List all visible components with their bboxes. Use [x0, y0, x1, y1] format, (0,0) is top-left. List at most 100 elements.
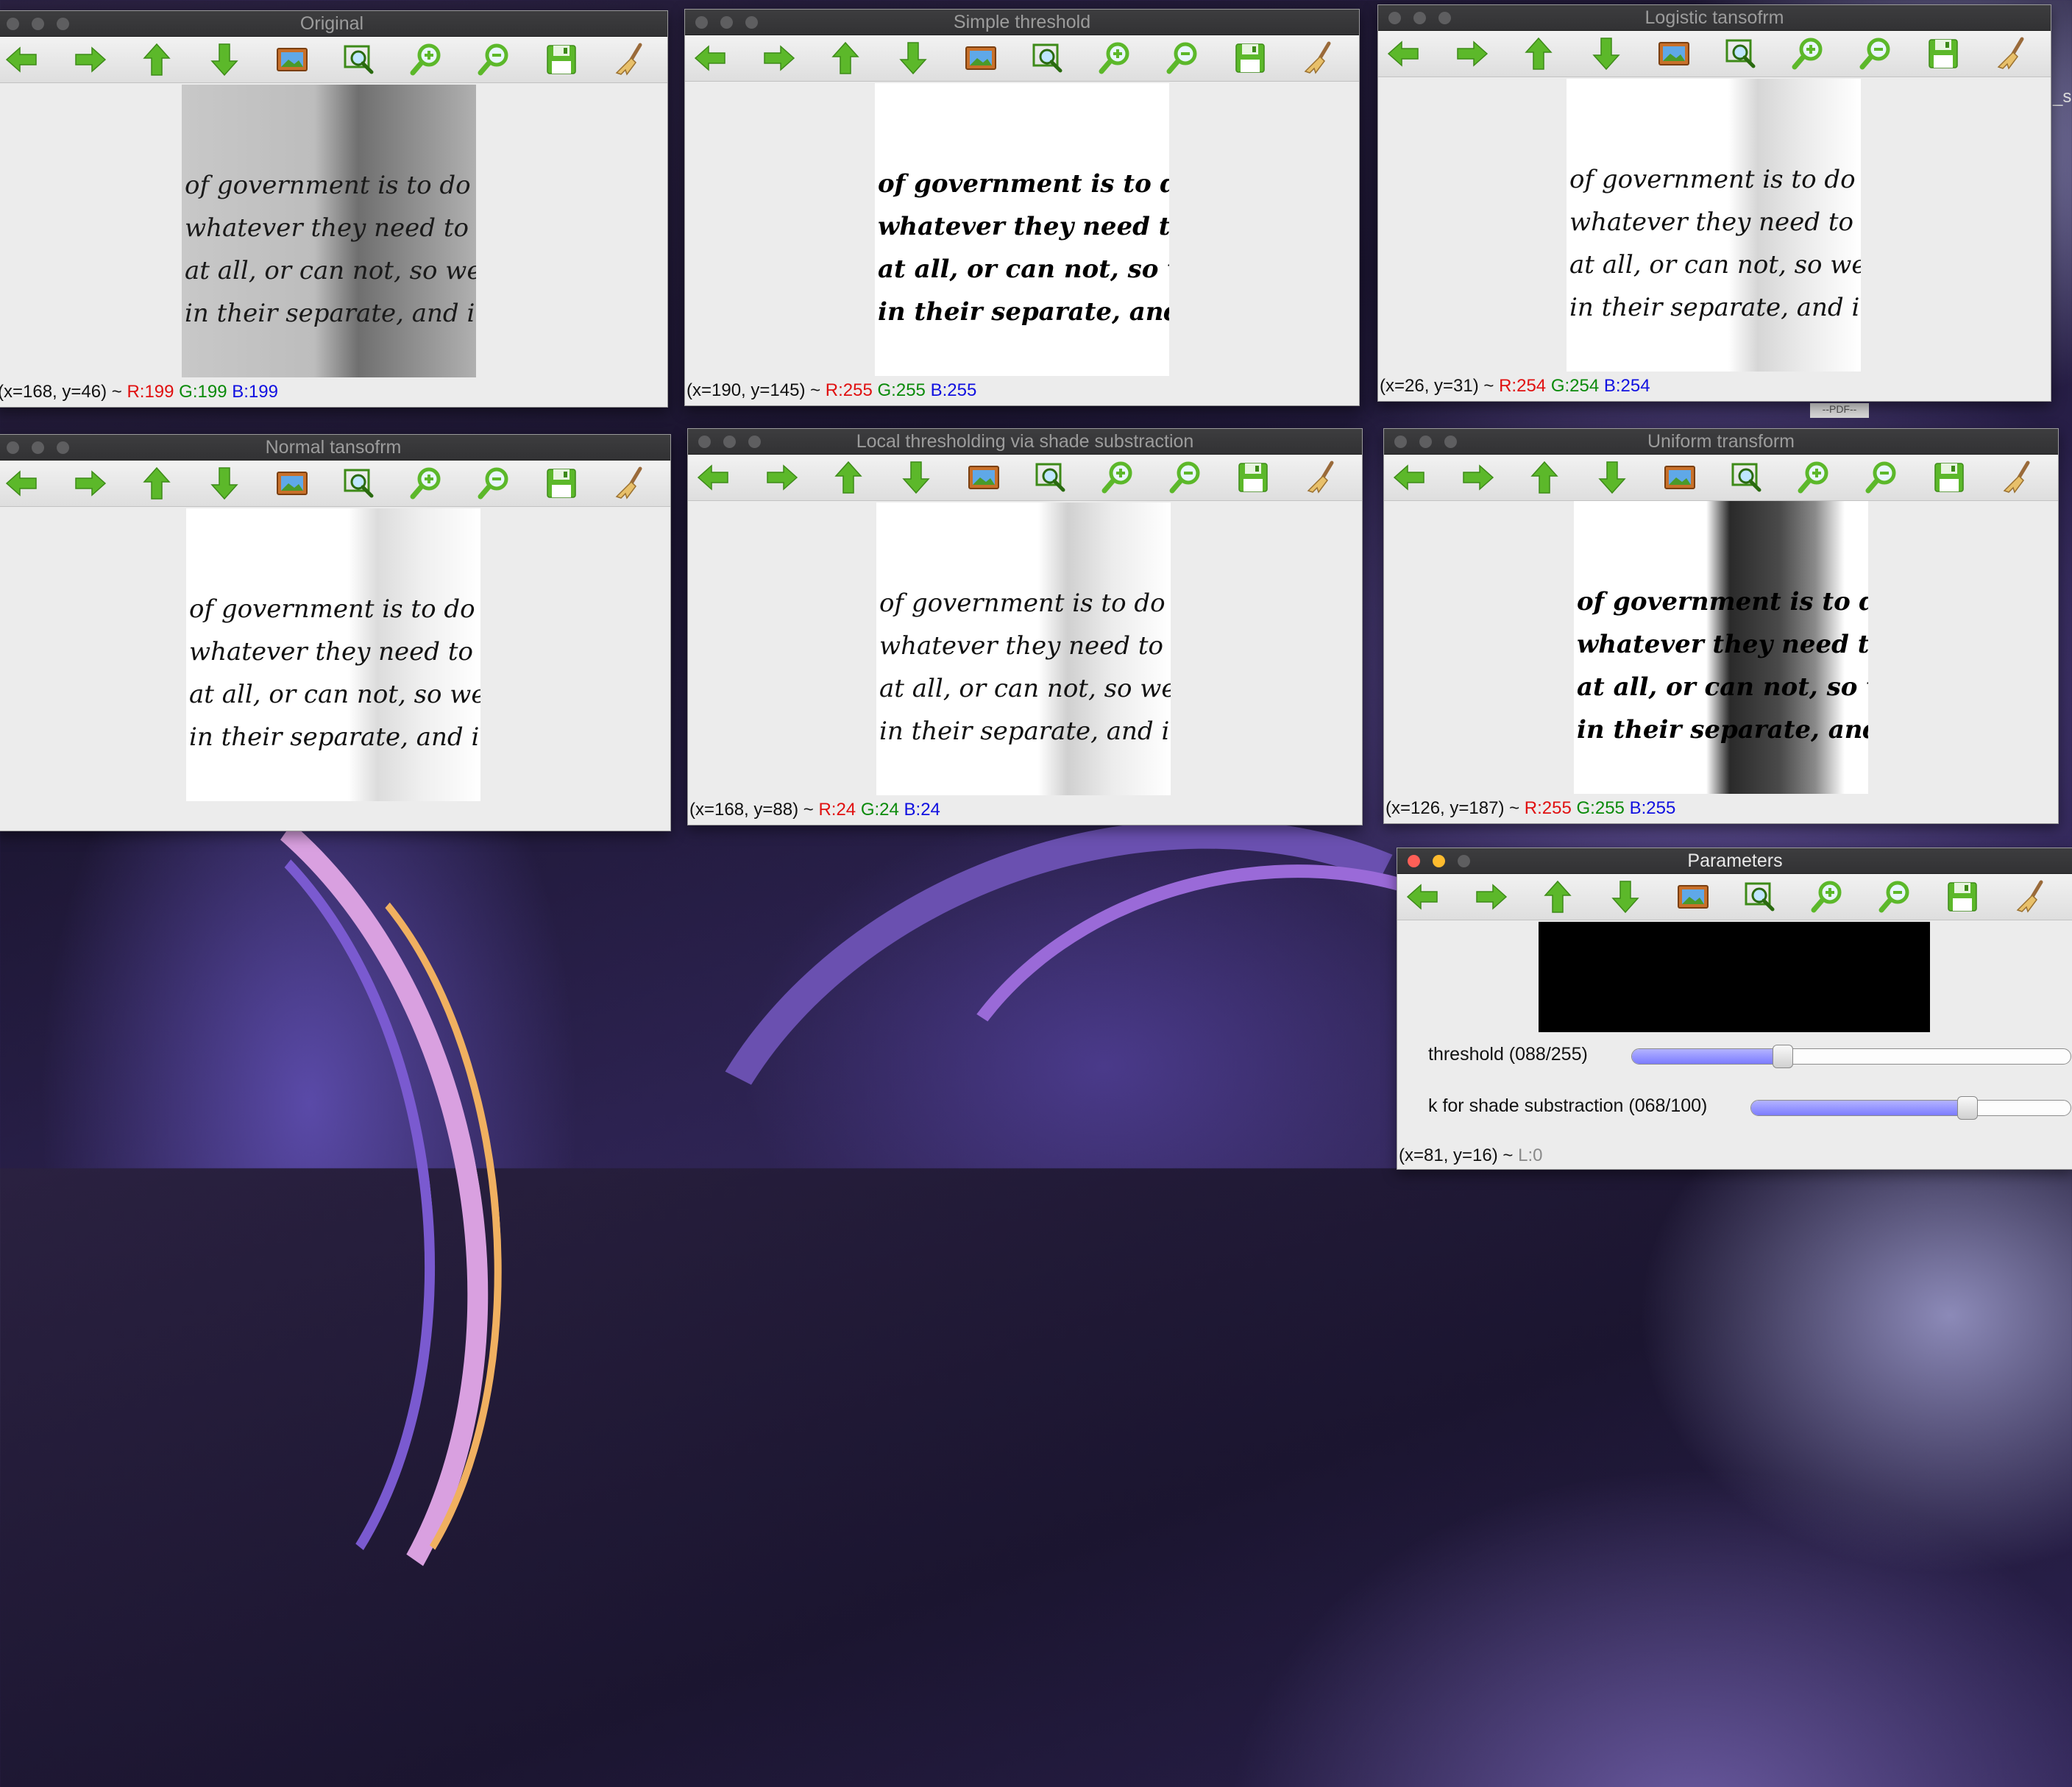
- arrow-left-icon[interactable]: [695, 460, 732, 495]
- image-icon[interactable]: [1675, 879, 1711, 914]
- status-r: R:255: [1524, 798, 1572, 818]
- image-icon[interactable]: [1656, 36, 1692, 71]
- zoom-out-icon[interactable]: [476, 466, 513, 501]
- brush-icon[interactable]: [2012, 879, 2048, 914]
- arrow-left-icon[interactable]: [4, 466, 40, 501]
- arrow-right-icon[interactable]: [71, 466, 108, 501]
- titlebar[interactable]: Uniform transform: [1384, 429, 2058, 455]
- arrow-left-icon[interactable]: [1405, 879, 1441, 914]
- window-simple-threshold[interactable]: Simple threshold of government is to do …: [684, 9, 1360, 406]
- save-icon[interactable]: [543, 466, 580, 501]
- titlebar[interactable]: Simple threshold: [685, 10, 1359, 35]
- zoom-out-icon[interactable]: [1858, 36, 1895, 71]
- zoom-fit-icon[interactable]: [1728, 460, 1765, 495]
- arrow-down-icon[interactable]: [895, 40, 932, 76]
- arrow-right-icon[interactable]: [763, 460, 800, 495]
- save-icon[interactable]: [1232, 40, 1269, 76]
- window-parameters[interactable]: Parameters threshold (088/255) k for sha…: [1397, 848, 2072, 1170]
- save-icon[interactable]: [1931, 460, 1968, 495]
- zoom-out-icon[interactable]: [1168, 460, 1204, 495]
- arrow-up-icon[interactable]: [1539, 879, 1576, 914]
- threshold-slider-knob[interactable]: [1772, 1045, 1793, 1068]
- save-icon[interactable]: [1944, 879, 1981, 914]
- arrow-right-icon[interactable]: [71, 42, 108, 77]
- zoom-fit-icon[interactable]: [1029, 40, 1066, 76]
- zoom-out-icon[interactable]: [1877, 879, 1914, 914]
- zoom-in-icon[interactable]: [1790, 36, 1827, 71]
- image-canvas[interactable]: of government is to do for whatever they…: [1574, 501, 1868, 794]
- arrow-left-icon[interactable]: [1391, 460, 1428, 495]
- zoom-fit-icon[interactable]: [341, 466, 377, 501]
- window-local-thresholding[interactable]: Local thresholding via shade substractio…: [687, 428, 1363, 825]
- brush-icon[interactable]: [611, 466, 648, 501]
- arrow-up-icon[interactable]: [138, 42, 175, 77]
- handwriting-line: whatever they need to have: [879, 631, 1171, 661]
- arrow-right-icon[interactable]: [760, 40, 797, 76]
- arrow-down-icon[interactable]: [898, 460, 934, 495]
- arrow-left-icon[interactable]: [1386, 36, 1422, 71]
- arrow-down-icon[interactable]: [206, 42, 243, 77]
- zoom-fit-icon[interactable]: [1722, 36, 1759, 71]
- threshold-slider[interactable]: [1631, 1048, 2071, 1065]
- arrow-right-icon[interactable]: [1472, 879, 1509, 914]
- k-slider-knob[interactable]: [1957, 1096, 1979, 1120]
- arrow-up-icon[interactable]: [1520, 36, 1557, 71]
- arrow-up-icon[interactable]: [1526, 460, 1563, 495]
- window-logistic-transform[interactable]: Logistic tansofrm of government is to do…: [1377, 4, 2051, 402]
- arrow-up-icon[interactable]: [827, 40, 864, 76]
- zoom-in-icon[interactable]: [1097, 40, 1134, 76]
- arrow-right-icon[interactable]: [1453, 36, 1490, 71]
- zoom-fit-icon[interactable]: [341, 42, 377, 77]
- image-icon[interactable]: [962, 40, 999, 76]
- arrow-left-icon[interactable]: [4, 42, 40, 77]
- arrow-up-icon[interactable]: [138, 466, 175, 501]
- arrow-down-icon[interactable]: [206, 466, 243, 501]
- brush-icon[interactable]: [1302, 460, 1339, 495]
- brush-icon[interactable]: [611, 42, 648, 77]
- arrow-left-icon[interactable]: [692, 40, 729, 76]
- k-slider[interactable]: [1750, 1100, 2071, 1116]
- image-canvas[interactable]: of government is to do for whatever they…: [186, 508, 480, 801]
- zoom-in-icon[interactable]: [1100, 460, 1137, 495]
- titlebar[interactable]: Parameters: [1397, 848, 2072, 874]
- save-icon[interactable]: [1925, 36, 1962, 71]
- zoom-in-icon[interactable]: [408, 466, 445, 501]
- zoom-fit-icon[interactable]: [1742, 879, 1778, 914]
- zoom-in-icon[interactable]: [1809, 879, 1846, 914]
- handwriting-text: of government is to do for whatever they…: [1569, 158, 1861, 329]
- arrow-down-icon[interactable]: [1594, 460, 1631, 495]
- toolbar: [1384, 455, 2058, 501]
- zoom-in-icon[interactable]: [408, 42, 445, 77]
- save-icon[interactable]: [1235, 460, 1271, 495]
- window-uniform-transform[interactable]: Uniform transform of government is to do…: [1383, 428, 2059, 824]
- brush-icon[interactable]: [1299, 40, 1336, 76]
- image-icon[interactable]: [274, 42, 311, 77]
- image-canvas[interactable]: of government is to do for whatever they…: [1567, 79, 1861, 372]
- zoom-fit-icon[interactable]: [1032, 460, 1069, 495]
- arrow-up-icon[interactable]: [830, 460, 867, 495]
- desktop-edge-text: _s: [2053, 87, 2072, 107]
- image-icon[interactable]: [965, 460, 1002, 495]
- titlebar[interactable]: Original: [0, 11, 667, 37]
- image-canvas[interactable]: of government is to do for whatever they…: [875, 83, 1169, 376]
- titlebar[interactable]: Local thresholding via shade substractio…: [688, 429, 1362, 455]
- window-normal-transform[interactable]: Normal tansofrm of government is to do f…: [0, 434, 671, 831]
- brush-icon[interactable]: [1998, 460, 2035, 495]
- arrow-down-icon[interactable]: [1588, 36, 1625, 71]
- window-original[interactable]: Original of government is to do for what…: [0, 10, 668, 408]
- titlebar[interactable]: Normal tansofrm: [0, 435, 670, 461]
- image-canvas[interactable]: of government is to do for whatever they…: [876, 502, 1171, 795]
- threshold-label: threshold (088/255): [1428, 1044, 1588, 1065]
- image-icon[interactable]: [274, 466, 311, 501]
- brush-icon[interactable]: [1993, 36, 2029, 71]
- arrow-right-icon[interactable]: [1459, 460, 1496, 495]
- zoom-out-icon[interactable]: [476, 42, 513, 77]
- titlebar[interactable]: Logistic tansofrm: [1378, 5, 2051, 31]
- image-icon[interactable]: [1661, 460, 1698, 495]
- arrow-down-icon[interactable]: [1607, 879, 1644, 914]
- save-icon[interactable]: [543, 42, 580, 77]
- image-canvas[interactable]: of government is to do for whatever they…: [182, 85, 476, 377]
- zoom-in-icon[interactable]: [1796, 460, 1833, 495]
- zoom-out-icon[interactable]: [1864, 460, 1901, 495]
- zoom-out-icon[interactable]: [1165, 40, 1202, 76]
